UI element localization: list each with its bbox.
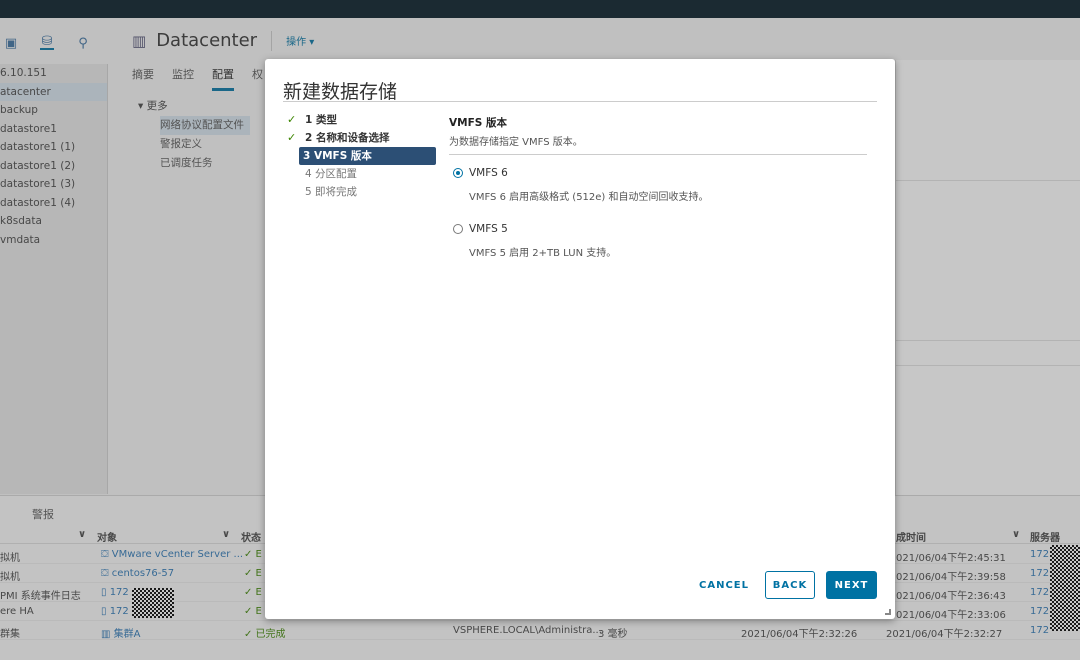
wizard-step-partition: 4 分区配置 — [287, 165, 437, 183]
wizard-steps: ✓ 1 类型 ✓ 2 名称和设备选择 3 VMFS 版本 4 分区配置 5 即将… — [287, 111, 437, 201]
back-button[interactable]: BACK — [765, 571, 815, 599]
cancel-button[interactable]: CANCEL — [697, 571, 751, 599]
dialog-title: 新建数据存储 — [283, 81, 398, 103]
top-bar — [0, 0, 1080, 18]
option-label: VMFS 5 — [469, 223, 508, 235]
new-datastore-dialog: 新建数据存储 ✓ 1 类型 ✓ 2 名称和设备选择 3 VMFS 版本 4 分区… — [265, 59, 895, 619]
option-description: VMFS 6 启用高级格式 (512e) 和自动空间回收支持。 — [469, 192, 709, 203]
option-label: VMFS 6 — [469, 167, 508, 179]
wizard-step-type[interactable]: ✓ 1 类型 — [287, 111, 437, 129]
step-label: 5 即将完成 — [305, 186, 358, 198]
check-icon: ✓ — [287, 113, 297, 126]
next-button[interactable]: NEXT — [826, 571, 877, 599]
resize-handle-icon[interactable] — [885, 609, 891, 615]
section-title: VMFS 版本 — [449, 117, 507, 129]
divider — [449, 154, 867, 155]
vmfs5-radio[interactable] — [453, 224, 463, 234]
step-label: 1 类型 — [305, 114, 337, 126]
wizard-step-ready: 5 即将完成 — [287, 183, 437, 201]
step-content: VMFS 版本 为数据存储指定 VMFS 版本。 VMFS 6 VMFS 6 启… — [449, 115, 867, 259]
vmfs6-radio[interactable] — [453, 168, 463, 178]
option-description: VMFS 5 启用 2+TB LUN 支持。 — [469, 248, 617, 259]
vmfs6-option[interactable]: VMFS 6 VMFS 6 启用高级格式 (512e) 和自动空间回收支持。 — [449, 167, 867, 203]
check-icon: ✓ — [287, 131, 297, 144]
vmfs5-option[interactable]: VMFS 5 VMFS 5 启用 2+TB LUN 支持。 — [449, 223, 867, 259]
divider — [283, 101, 877, 102]
wizard-step-vmfs-version[interactable]: 3 VMFS 版本 — [299, 147, 436, 165]
step-label: 3 VMFS 版本 — [303, 150, 372, 162]
section-subtitle: 为数据存储指定 VMFS 版本。 — [449, 137, 583, 148]
step-label: 2 名称和设备选择 — [305, 132, 390, 144]
wizard-step-name-device[interactable]: ✓ 2 名称和设备选择 — [287, 129, 437, 147]
step-label: 4 分区配置 — [305, 168, 358, 180]
